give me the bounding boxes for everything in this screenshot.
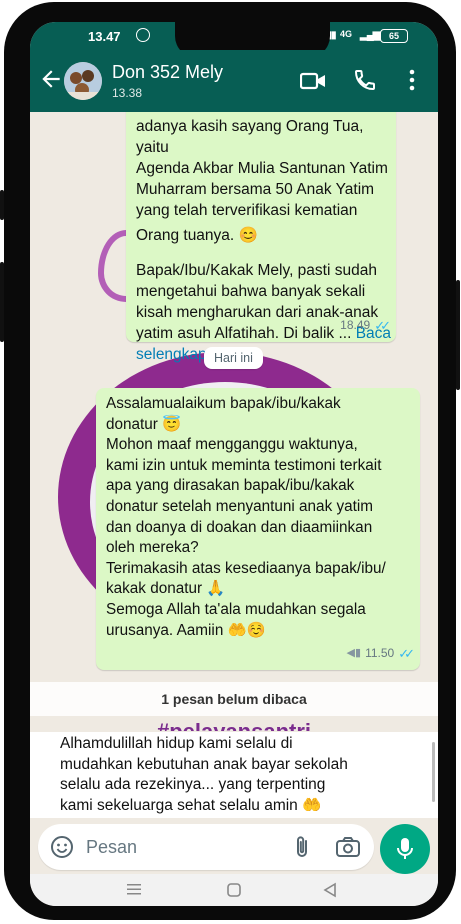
message-line: donatur setelah menyantuni anak yatim [106,497,374,515]
voice-record-button[interactable] [380,824,430,874]
unread-divider: 1 pesan belum dibaca [30,682,438,716]
message-line: apa yang dirasakan bapak/ibu/kakak [106,477,355,495]
scrollbar[interactable] [432,742,435,802]
phone-power-button [456,280,460,390]
arrow-left-icon[interactable] [38,66,64,92]
message-line: donatur 😇 [106,415,182,433]
last-seen: 13.38 [112,86,143,100]
message-line: oleh mereka? [106,539,199,557]
phone-volume-button [0,262,4,342]
background-hashtag: #pelayansantri [30,717,438,731]
composer: Pesan [30,818,438,874]
message-line: Orang tuanya. 😊 [136,227,258,244]
signal-bars-icon: ▂▄▆ [360,30,380,41]
whatsapp-status-icon [136,28,150,42]
battery-icon: 65 [380,29,408,43]
message-line: adanya kasih sayang Orang Tua, yaitu [136,118,364,156]
message-time: 18.49 [340,318,371,332]
message-line: mudahkan kebutuhan anak bayar sekolah [60,755,348,773]
message-meta: 18.49 ✓✓ [340,315,391,336]
megaphone-icon: ◀▮ [346,647,362,659]
recent-apps-icon[interactable] [126,882,142,901]
message-line: dan doanya di doakan dan diaamiinkan [106,518,373,536]
android-nav-bar [30,874,438,906]
chat-header: Don 352 Mely 13.38 [30,50,438,112]
message-time: 11.50 [365,646,395,660]
outgoing-message[interactable]: Assalamualaikum bapak/ibu/kakak donatur … [96,388,420,670]
message-line: Agenda Akbar Mulia Santunan Yatim [136,160,388,177]
message-line: urusanya. Aamiin 🤲☺️ [106,621,266,639]
microphone-icon [395,836,415,867]
message-line: selalu ada rezekinya... yang terpenting [60,776,326,793]
camera-icon[interactable] [335,836,361,863]
message-meta: ◀▮ 11.50 ✓✓ [346,643,415,664]
message-line: Semoga Allah ta'ala mudahkan segala [106,600,366,618]
phone-frame: 13.47 ▮▮▮ 4G ▂▄▆ 65 [0,2,460,920]
message-line: Muharram bersama 50 Anak Yatim [136,181,375,198]
message-line: mengetahui bahwa banyak sekali [136,283,366,300]
double-check-icon: ✓✓ [374,318,391,333]
message-line [136,246,392,260]
message-line: yang telah terverifikasi kematian [136,202,358,219]
back-nav-icon[interactable] [322,882,338,903]
message-line-text: yatim asuh Alfatihah. Di balik ... [136,325,352,342]
screen: 13.47 ▮▮▮ 4G ▂▄▆ 65 [30,22,438,906]
message-line: Assalamualaikum bapak/ibu/kakak [106,395,341,412]
message-line: Bapak/Ibu/Kakak Mely, pasti sudah [136,262,377,279]
incoming-message[interactable]: Alhamdulillah hidup kami selalu di mudah… [30,732,438,818]
message-line: Alhamdulillah hidup kami selalu di [60,735,293,752]
message-line: Terimakasih atas kesediaanya bapak/ibu/ [106,559,386,577]
message-input[interactable]: Pesan [86,837,137,858]
double-check-icon: ✓✓ [398,646,415,661]
message-line: kami izin untuk meminta testimoni terkai… [106,456,382,474]
avatar[interactable] [64,62,102,100]
phone-side-button [0,190,4,220]
more-vertical-icon[interactable] [407,69,417,96]
lte-icon: 4G [340,29,353,39]
chat-area[interactable]: adanya kasih sayang Orang Tua, yaitu Age… [30,112,438,818]
battery-level: 65 [388,31,399,41]
home-icon[interactable] [226,882,242,903]
outgoing-message[interactable]: adanya kasih sayang Orang Tua, yaitu Age… [126,112,396,363]
phone-icon[interactable] [353,68,377,97]
video-call-icon[interactable] [299,70,326,97]
message-line: Mohon maaf mengganggu waktunya, [106,436,358,454]
emoji-icon[interactable] [50,835,74,864]
contact-name[interactable]: Don 352 Mely [112,62,223,83]
message-line: kami sekeluarga sehat selalu amin 🤲 [60,796,322,814]
paperclip-icon[interactable] [292,834,312,865]
message-line: kakak donatur 🙏 [106,580,226,598]
status-time: 13.47 [88,29,121,44]
message-input-box[interactable]: Pesan [38,824,374,870]
date-divider: Hari ini [204,347,263,369]
read-more-link-continued[interactable]: selengkapnya [136,344,392,365]
